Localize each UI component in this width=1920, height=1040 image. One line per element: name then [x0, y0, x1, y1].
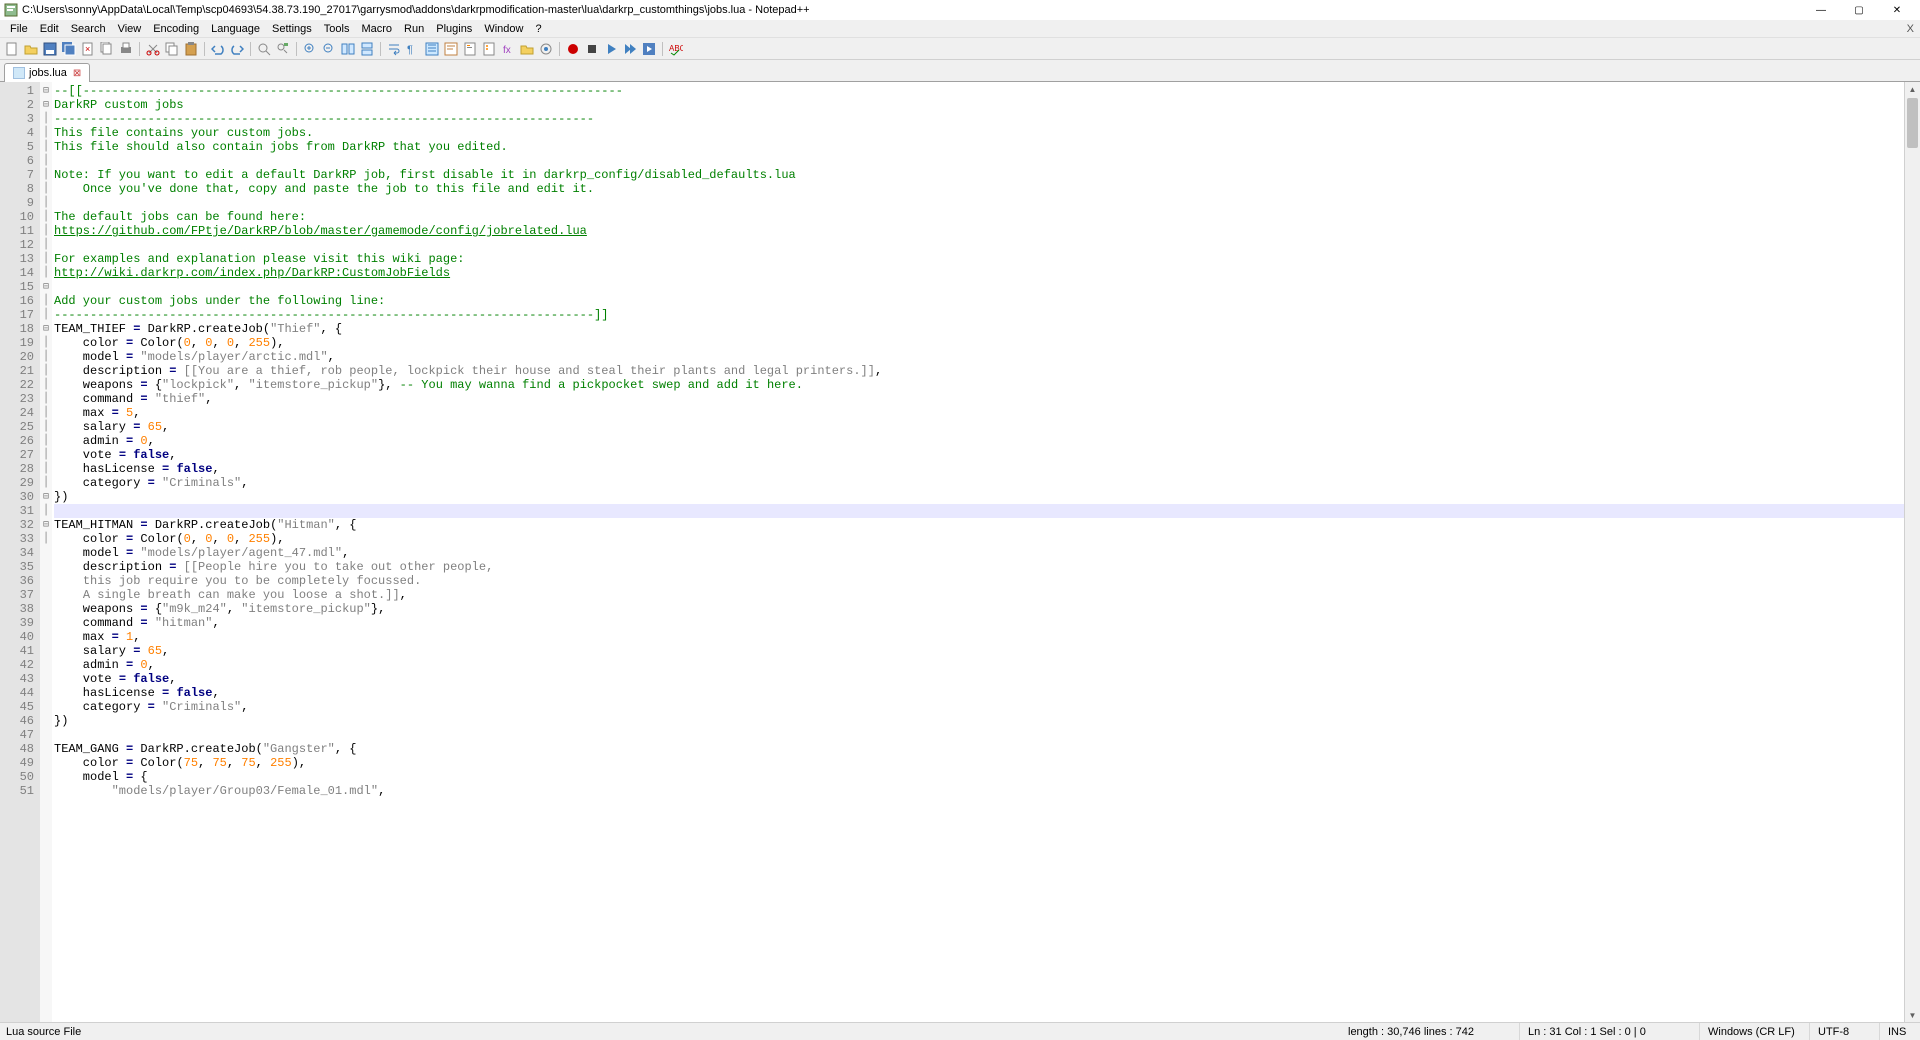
print-icon[interactable] [118, 41, 134, 57]
toolbar-separator-5 [380, 42, 381, 56]
paste-icon[interactable] [183, 41, 199, 57]
menu-view[interactable]: View [112, 21, 148, 37]
file-icon [13, 67, 25, 79]
close-button[interactable]: ✕ [1878, 1, 1916, 19]
tab-jobs-lua[interactable]: jobs.lua ⊠ [4, 63, 90, 82]
window-titlebar: C:\Users\sonny\AppData\Local\Temp\scp046… [0, 0, 1920, 20]
doc-list-icon[interactable] [481, 41, 497, 57]
play-multi-icon[interactable] [622, 41, 638, 57]
scroll-up-icon[interactable]: ▲ [1905, 82, 1920, 96]
svg-text:ABC: ABC [669, 44, 683, 53]
menu-macro[interactable]: Macro [355, 21, 398, 37]
status-bar: Lua source File length : 30,746 lines : … [0, 1022, 1920, 1040]
minimize-button[interactable]: — [1802, 1, 1840, 19]
sync-v-icon[interactable] [340, 41, 356, 57]
editor: 1234567891011121314151617181920212223242… [0, 82, 1920, 1022]
toolbar-separator-3 [250, 42, 251, 56]
zoom-out-icon[interactable] [321, 41, 337, 57]
doc-map-icon[interactable] [462, 41, 478, 57]
tab-bar: jobs.lua ⊠ [0, 60, 1920, 82]
menu-help[interactable]: ? [529, 21, 547, 37]
status-position: Ln : 31 Col : 1 Sel : 0 | 0 [1520, 1023, 1700, 1040]
redo-icon[interactable] [229, 41, 245, 57]
app-icon [4, 3, 18, 17]
close-all-icon[interactable] [99, 41, 115, 57]
indent-guide-icon[interactable] [424, 41, 440, 57]
window-controls: — ▢ ✕ [1802, 1, 1916, 19]
undo-icon[interactable] [210, 41, 226, 57]
toolbar-separator-7 [662, 42, 663, 56]
toolbar-separator-4 [296, 42, 297, 56]
maximize-button[interactable]: ▢ [1840, 1, 1878, 19]
spellcheck-icon[interactable]: ABC [668, 41, 684, 57]
status-encoding[interactable]: UTF-8 [1810, 1023, 1880, 1040]
menu-language[interactable]: Language [205, 21, 266, 37]
stop-macro-icon[interactable] [584, 41, 600, 57]
status-length: length : 30,746 lines : 742 [1340, 1023, 1520, 1040]
menu-run[interactable]: Run [398, 21, 430, 37]
status-insert-mode[interactable]: INS [1880, 1023, 1920, 1040]
sync-h-icon[interactable] [359, 41, 375, 57]
toolbar-separator-6 [559, 42, 560, 56]
tab-label: jobs.lua [29, 67, 67, 79]
user-lang-icon[interactable] [443, 41, 459, 57]
menu-search[interactable]: Search [65, 21, 112, 37]
open-file-icon[interactable] [23, 41, 39, 57]
toolbar: × ¶ fx ABC [0, 38, 1920, 60]
save-all-icon[interactable] [61, 41, 77, 57]
scroll-down-icon[interactable]: ▼ [1905, 1008, 1920, 1022]
menu-settings[interactable]: Settings [266, 21, 318, 37]
toolbar-separator [139, 42, 140, 56]
status-eol[interactable]: Windows (CR LF) [1700, 1023, 1810, 1040]
find-icon[interactable] [256, 41, 272, 57]
menu-encoding[interactable]: Encoding [147, 21, 205, 37]
line-number-gutter: 1234567891011121314151617181920212223242… [0, 82, 40, 1022]
menu-edit[interactable]: Edit [34, 21, 65, 37]
monitor-icon[interactable] [538, 41, 554, 57]
tab-close-icon[interactable]: ⊠ [73, 68, 81, 79]
fold-column[interactable]: ⊟⊟││││││││││││⊟││⊟│││││││││││⊟│⊟│ [40, 82, 52, 1022]
save-icon[interactable] [42, 41, 58, 57]
window-title: C:\Users\sonny\AppData\Local\Temp\scp046… [22, 4, 1802, 16]
status-filetype: Lua source File [0, 1026, 1340, 1038]
svg-text:¶: ¶ [407, 44, 413, 56]
new-file-icon[interactable] [4, 41, 20, 57]
wordwrap-icon[interactable] [386, 41, 402, 57]
play-macro-icon[interactable] [603, 41, 619, 57]
zoom-in-icon[interactable] [302, 41, 318, 57]
replace-icon[interactable] [275, 41, 291, 57]
menu-bar: File Edit Search View Encoding Language … [0, 20, 1920, 38]
copy-icon[interactable] [164, 41, 180, 57]
save-macro-icon[interactable] [641, 41, 657, 57]
svg-text:fx: fx [503, 45, 511, 56]
toolbar-separator-2 [204, 42, 205, 56]
code-area[interactable]: --[[------------------------------------… [52, 82, 1904, 1022]
menu-close-doc[interactable]: X [1907, 23, 1914, 35]
record-macro-icon[interactable] [565, 41, 581, 57]
scroll-thumb[interactable] [1907, 98, 1918, 148]
menu-file[interactable]: File [4, 21, 34, 37]
close-file-icon[interactable]: × [80, 41, 96, 57]
show-all-chars-icon[interactable]: ¶ [405, 41, 421, 57]
menu-plugins[interactable]: Plugins [430, 21, 478, 37]
vertical-scrollbar[interactable]: ▲ ▼ [1904, 82, 1920, 1022]
menu-window[interactable]: Window [478, 21, 529, 37]
svg-text:×: × [85, 44, 90, 54]
func-list-icon[interactable]: fx [500, 41, 516, 57]
folder-workspace-icon[interactable] [519, 41, 535, 57]
menu-tools[interactable]: Tools [318, 21, 356, 37]
cut-icon[interactable] [145, 41, 161, 57]
